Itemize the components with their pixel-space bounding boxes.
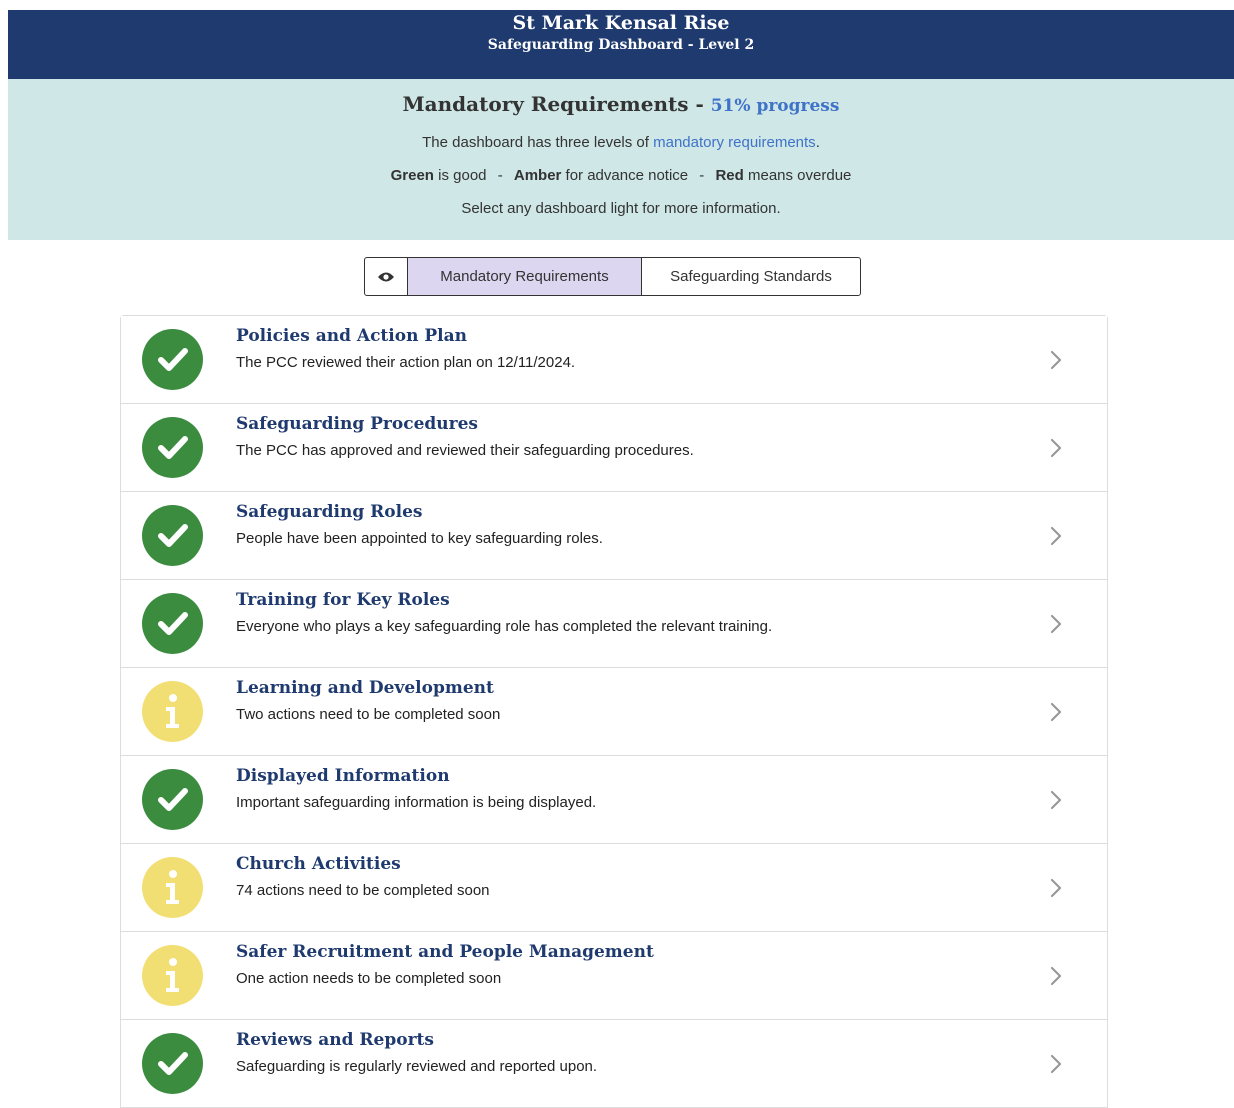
check-icon [142, 329, 203, 390]
chevron-right-icon[interactable] [1049, 349, 1063, 371]
requirement-description: Safeguarding is regularly reviewed and r… [236, 1058, 598, 1075]
requirement-row[interactable]: Safeguarding Procedures The PCC has appro… [121, 404, 1107, 492]
intro-line-levels: The dashboard has three levels of mandat… [8, 126, 1234, 159]
requirement-description: 74 actions need to be completed soon [236, 882, 490, 899]
requirement-title: Church Activities [236, 854, 401, 874]
check-icon [142, 1033, 203, 1094]
legend-green-text: is good [438, 167, 487, 184]
requirement-description: Two actions need to be completed soon [236, 706, 501, 723]
site-name: St Mark Kensal Rise [512, 12, 730, 34]
requirement-title: Safeguarding Procedures [236, 414, 478, 434]
requirement-title: Safer Recruitment and People Management [236, 942, 654, 962]
legend-red: Red [715, 167, 744, 184]
requirement-description: The PCC has approved and reviewed their … [236, 442, 694, 459]
check-icon [142, 417, 203, 478]
dashboard-subtitle: Safeguarding Dashboard - Level 2 [487, 37, 755, 53]
chevron-right-icon[interactable] [1049, 613, 1063, 635]
site-header: St Mark Kensal Rise Safeguarding Dashboa… [8, 10, 1234, 79]
requirement-description: The PCC reviewed their action plan on 12… [236, 354, 576, 371]
info-icon [142, 945, 203, 1006]
requirement-row[interactable]: Reviews and Reports Safeguarding is regul… [121, 1020, 1107, 1108]
requirement-row[interactable]: Church Activities 74 actions need to be c… [121, 844, 1107, 932]
chevron-right-icon[interactable] [1049, 525, 1063, 547]
check-icon [142, 505, 203, 566]
legend-amber-text: for advance notice [565, 167, 689, 184]
requirement-row[interactable]: Policies and Action Plan The PCC reviewed… [121, 316, 1107, 404]
requirement-title: Displayed Information [236, 766, 450, 786]
intro-legend: Green is good - Amber for advance notice… [8, 159, 1234, 192]
legend-green: Green [390, 167, 434, 184]
chevron-right-icon[interactable] [1049, 1053, 1063, 1075]
legend-separator: - [497, 167, 503, 184]
tab-safeguarding-standards[interactable]: Safeguarding Standards [642, 258, 860, 295]
chevron-right-icon[interactable] [1049, 701, 1063, 723]
intro-heading: Mandatory Requirements - 51% progress [8, 92, 1234, 116]
eye-icon[interactable] [365, 258, 408, 295]
chevron-right-icon[interactable] [1049, 437, 1063, 459]
view-tabs: Mandatory Requirements Safeguarding Stan… [364, 257, 861, 296]
requirement-description: One action needs to be completed soon [236, 970, 502, 987]
legend-separator: - [699, 167, 705, 184]
tab-mandatory-requirements[interactable]: Mandatory Requirements [408, 258, 642, 295]
intro-line-levels-end: . [815, 134, 820, 151]
requirement-description: Important safeguarding information is be… [236, 794, 597, 811]
info-icon [142, 857, 203, 918]
chevron-right-icon[interactable] [1049, 965, 1063, 987]
requirement-row[interactable]: Learning and Development Two actions need… [121, 668, 1107, 756]
requirement-row[interactable]: Training for Key Roles Everyone who plays… [121, 580, 1107, 668]
requirement-row[interactable]: Displayed Information Important safeguard… [121, 756, 1107, 844]
requirement-title: Learning and Development [236, 678, 494, 698]
intro-heading-text: Mandatory Requirements - [402, 92, 704, 116]
check-icon [142, 593, 203, 654]
requirement-row[interactable]: Safeguarding Roles People have been appoi… [121, 492, 1107, 580]
requirement-title: Training for Key Roles [236, 590, 450, 610]
requirement-title: Safeguarding Roles [236, 502, 423, 522]
requirement-title: Reviews and Reports [236, 1030, 434, 1050]
requirement-description: Everyone who plays a key safeguarding ro… [236, 618, 773, 635]
intro-panel: Mandatory Requirements - 51% progress Th… [8, 79, 1234, 240]
mandatory-requirements-link[interactable]: mandatory requirements [653, 134, 816, 151]
chevron-right-icon[interactable] [1049, 789, 1063, 811]
info-icon [142, 681, 203, 742]
legend-amber: Amber [513, 167, 562, 184]
intro-instruction: Select any dashboard light for more info… [461, 200, 781, 217]
requirement-description: People have been appointed to key safegu… [236, 530, 603, 547]
chevron-right-icon[interactable] [1049, 877, 1063, 899]
intro-line-levels-text: The dashboard has three levels of [422, 134, 649, 151]
requirement-title: Policies and Action Plan [236, 326, 467, 346]
requirements-list: Policies and Action Plan The PCC reviewed… [120, 315, 1108, 1108]
legend-red-text: means overdue [747, 167, 852, 184]
requirement-row[interactable]: Safer Recruitment and People Management O… [121, 932, 1107, 1020]
check-icon [142, 769, 203, 830]
progress-label: 51% progress [710, 96, 840, 116]
